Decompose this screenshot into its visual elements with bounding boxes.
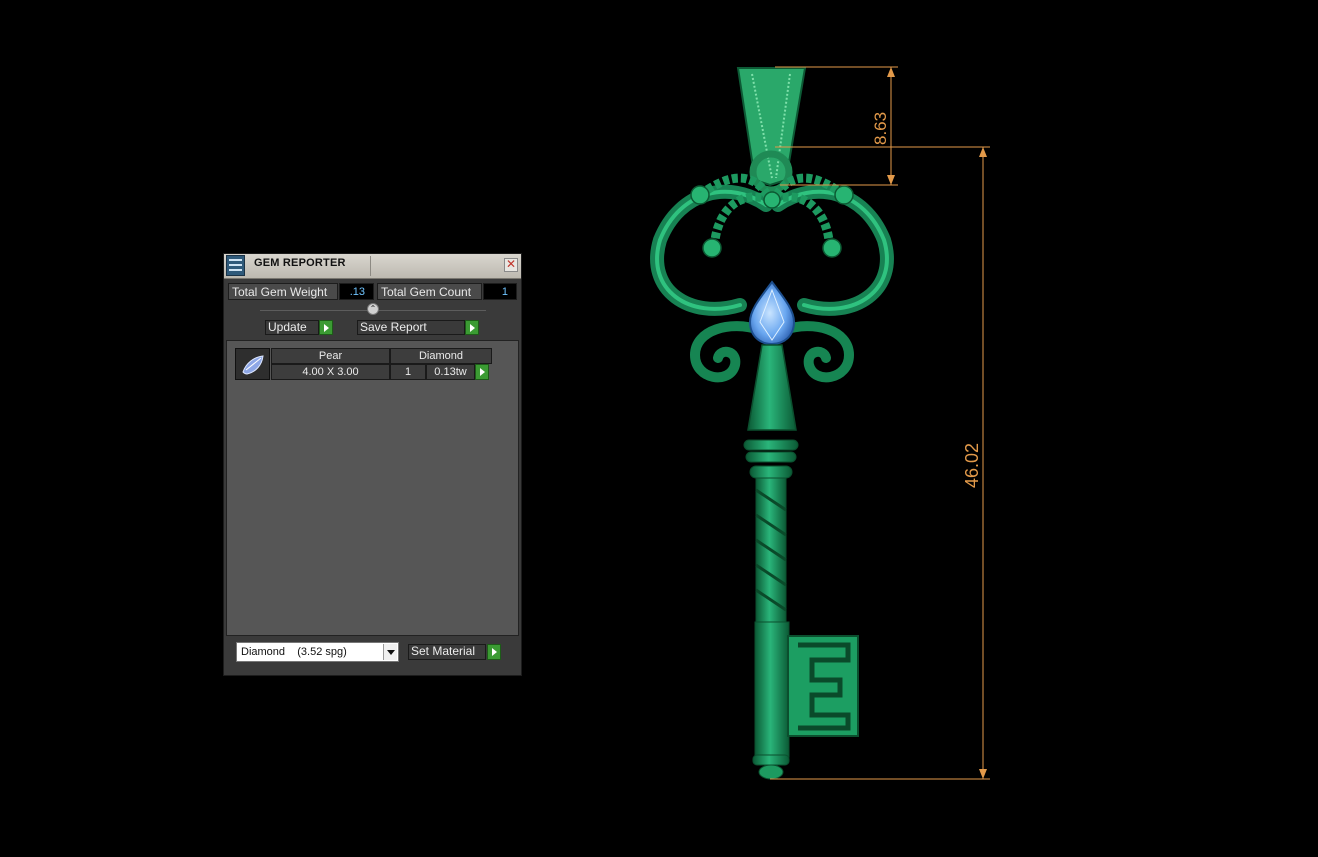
gem-material-cell: Diamond (390, 348, 492, 364)
chevron-down-icon[interactable] (383, 644, 397, 660)
gem-list[interactable]: Pear Diamond 4.00 X 3.00 1 0.13tw (226, 340, 519, 636)
set-material-play-arrow-icon[interactable] (487, 644, 501, 660)
gem-reporter-panel: GEM REPORTER ✕ Total Gem Weight .13 Tota… (223, 253, 522, 676)
gem-weight-cell: 0.13tw (426, 364, 475, 380)
update-button[interactable]: Update (265, 320, 319, 335)
dimension-label-top: 8.63 (871, 112, 890, 145)
gem-count-cell: 1 (390, 364, 426, 380)
collapse-arrow-icon[interactable]: ⌃ (367, 303, 379, 315)
gem-report-icon (226, 255, 245, 276)
total-gem-count-value: 1 (483, 283, 517, 300)
total-gem-count-label: Total Gem Count (377, 283, 482, 300)
total-gem-weight-label: Total Gem Weight (228, 283, 338, 300)
gem-shape-cell: Pear (271, 348, 390, 364)
material-select-value: Diamond (3.52 spg) (241, 646, 347, 658)
panel-title: GEM REPORTER (254, 257, 346, 269)
material-select[interactable]: Diamond (3.52 spg) (236, 642, 399, 662)
set-material-button[interactable]: Set Material (408, 644, 486, 660)
title-separator (370, 256, 371, 276)
total-gem-weight-value: .13 (339, 283, 374, 300)
key-pendant-render: 8.63 46.02 (650, 66, 990, 780)
bail (736, 67, 807, 187)
dimension-label-height: 46.02 (962, 443, 982, 488)
save-report-play-arrow-icon[interactable] (465, 320, 479, 335)
gem-row-play-arrow-icon[interactable] (475, 364, 489, 380)
3d-viewport[interactable]: 8.63 46.02 (0, 0, 1318, 857)
panel-titlebar[interactable]: GEM REPORTER ✕ (224, 254, 521, 279)
update-play-arrow-icon[interactable] (319, 320, 333, 335)
pear-gem-icon (235, 348, 270, 380)
close-icon[interactable]: ✕ (504, 258, 518, 272)
save-report-button[interactable]: Save Report (357, 320, 465, 335)
gem-size-cell: 4.00 X 3.00 (271, 364, 390, 380)
